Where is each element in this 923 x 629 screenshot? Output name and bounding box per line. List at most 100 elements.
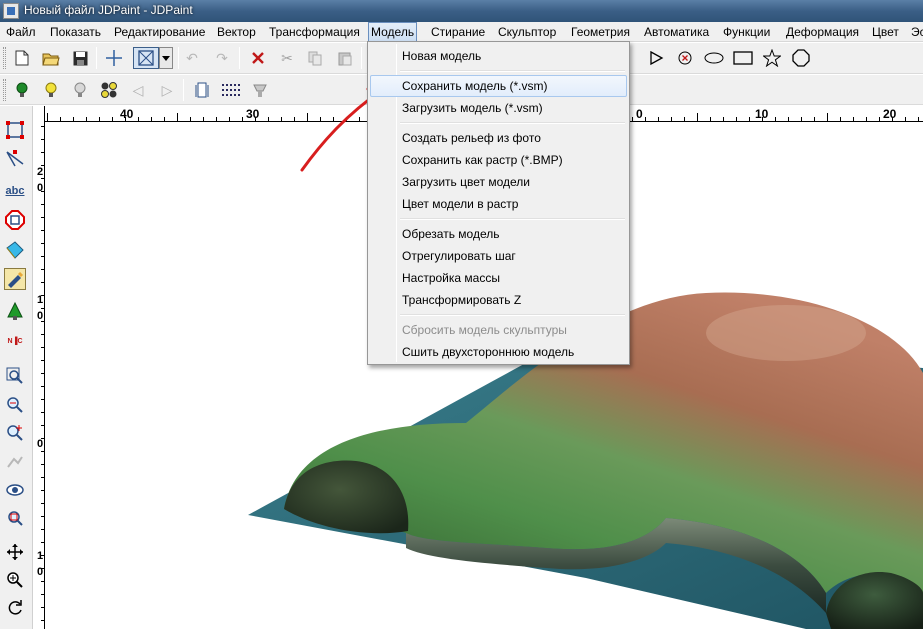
- menu-item-trim-model[interactable]: Обрезать модель: [370, 223, 627, 245]
- octagon-icon[interactable]: [790, 47, 812, 69]
- green-cone-icon[interactable]: [4, 300, 26, 322]
- menu-item-stitch-two-sided-model[interactable]: Сшить двухстороннюю модель: [370, 341, 627, 363]
- menu-item-new-model[interactable]: Новая модель: [370, 45, 627, 67]
- zoom-box-icon[interactable]: [4, 365, 26, 387]
- menu-item-load-model-color[interactable]: Загрузить цвет модели: [370, 171, 627, 193]
- ruler-tick: [918, 117, 919, 121]
- menu-more[interactable]: Эс: [909, 22, 923, 42]
- dropdown-arrow-icon[interactable]: [159, 47, 173, 69]
- menu-color[interactable]: Цвет: [870, 22, 901, 42]
- ruler-tick: [814, 117, 815, 121]
- menu-geometry[interactable]: Геометрия: [569, 22, 632, 42]
- arrow-right-icon[interactable]: ▷: [156, 79, 178, 101]
- fill-icon[interactable]: [4, 239, 26, 261]
- lamp-icon[interactable]: [249, 79, 271, 101]
- zoom-out-icon[interactable]: [4, 394, 26, 416]
- light-settings-icon[interactable]: [69, 79, 91, 101]
- delete-x-icon[interactable]: [247, 47, 269, 69]
- ruler-tick: [41, 308, 44, 309]
- menu-vector[interactable]: Вектор: [215, 22, 258, 42]
- triangle-arrow-icon[interactable]: [645, 47, 667, 69]
- light-bulb-green-icon[interactable]: [11, 79, 33, 101]
- move-icon[interactable]: [4, 541, 26, 563]
- menu-sculptor[interactable]: Скульптор: [496, 22, 558, 42]
- open-folder-icon[interactable]: [40, 47, 62, 69]
- layers-box-icon[interactable]: [191, 79, 213, 101]
- circle-x-icon[interactable]: [674, 47, 696, 69]
- model-menu-dropdown: Новая модель Сохранить модель (*.vsm) За…: [367, 41, 630, 365]
- rectangle-icon[interactable]: [732, 47, 754, 69]
- paste-icon[interactable]: [334, 47, 356, 69]
- ruler-tick: [41, 269, 44, 270]
- toolbar-grip[interactable]: [3, 79, 6, 101]
- rotate-icon[interactable]: [4, 597, 26, 619]
- toolbar-separator: [178, 47, 179, 69]
- crosshair-icon[interactable]: [103, 47, 125, 69]
- menu-item-transform-z[interactable]: Трансформировать Z: [370, 289, 627, 311]
- arrow-left-icon[interactable]: ◁: [127, 79, 149, 101]
- pattern-icon[interactable]: [220, 79, 242, 101]
- menu-item-load-model[interactable]: Загрузить модель (*.vsm): [370, 97, 627, 119]
- title-bar: Новый файл JDPaint - JDPaint: [0, 0, 923, 22]
- ruler-tick: [853, 117, 854, 121]
- cut-scissors-icon[interactable]: ✂: [276, 47, 298, 69]
- toolbar-grip[interactable]: [3, 47, 6, 69]
- menu-transform[interactable]: Трансформация: [267, 22, 362, 42]
- new-file-icon[interactable]: [11, 47, 33, 69]
- ruler-tick: [41, 581, 44, 582]
- menu-item-mass-settings[interactable]: Настройка массы: [370, 267, 627, 289]
- ruler-tick: [41, 555, 44, 556]
- zoom-all-icon[interactable]: [4, 507, 26, 529]
- zoom-plus-icon[interactable]: [4, 569, 26, 591]
- menu-automation[interactable]: Автоматика: [642, 22, 711, 42]
- menu-functions[interactable]: Функции: [721, 22, 772, 42]
- eye-icon[interactable]: [4, 479, 26, 501]
- node-edit-icon[interactable]: [4, 119, 26, 141]
- ruler-tick: [41, 477, 44, 478]
- ruler-tick: [736, 117, 737, 121]
- select-box-icon[interactable]: [133, 47, 159, 69]
- light-bulb-yellow-icon[interactable]: [40, 79, 62, 101]
- zoom-disabled-icon[interactable]: [4, 451, 26, 473]
- copy-icon[interactable]: [304, 47, 326, 69]
- menu-item-save-as-bmp[interactable]: Сохранить как растр (*.BMP): [370, 149, 627, 171]
- text-abc-icon[interactable]: abc: [4, 180, 26, 202]
- undo-icon[interactable]: ↶: [181, 47, 203, 69]
- menu-item-relief-from-photo[interactable]: Создать рельеф из фото: [370, 127, 627, 149]
- ruler-tick: [801, 117, 802, 121]
- menu-model[interactable]: Модель: [368, 22, 418, 42]
- menu-separator: [400, 122, 625, 124]
- lights-group-icon[interactable]: [98, 79, 120, 101]
- ruler-tick: [41, 217, 44, 218]
- star-icon[interactable]: [761, 47, 783, 69]
- paint-brush-icon[interactable]: [4, 268, 26, 290]
- ruler-tick: [229, 117, 230, 121]
- ellipse-icon[interactable]: [703, 47, 725, 69]
- menu-item-model-color-to-raster[interactable]: Цвет модели в растр: [370, 193, 627, 215]
- menu-file[interactable]: Файл: [4, 22, 38, 42]
- app-icon[interactable]: [3, 3, 19, 19]
- stop-sign-icon[interactable]: [4, 209, 26, 231]
- redo-icon[interactable]: ↷: [211, 47, 233, 69]
- ruler-tick: [749, 117, 750, 121]
- zoom-in-icon[interactable]: [4, 422, 26, 444]
- menu-deformation[interactable]: Деформация: [784, 22, 861, 42]
- ruler-label: 0: [37, 566, 44, 578]
- menu-item-save-model[interactable]: Сохранить модель (*.vsm): [370, 75, 627, 97]
- ruler-tick: [255, 117, 256, 121]
- menu-edit[interactable]: Редактирование: [112, 22, 207, 42]
- ruler-tick: [697, 113, 698, 121]
- ruler-tick: [710, 117, 711, 121]
- nc-tool-icon[interactable]: N▐C: [4, 330, 26, 352]
- vector-tool-icon[interactable]: [4, 147, 26, 169]
- save-disk-icon[interactable]: [69, 47, 91, 69]
- ruler-tick: [41, 542, 44, 543]
- ruler-tick: [671, 117, 672, 121]
- ruler-tick: [41, 399, 44, 400]
- ruler-tick: [177, 113, 178, 121]
- menu-erase[interactable]: Стирание: [429, 22, 487, 42]
- menu-item-adjust-step[interactable]: Отрегулировать шаг: [370, 245, 627, 267]
- menu-view[interactable]: Показать: [48, 22, 103, 42]
- ruler-tick: [41, 451, 44, 452]
- ruler-tick: [242, 117, 243, 121]
